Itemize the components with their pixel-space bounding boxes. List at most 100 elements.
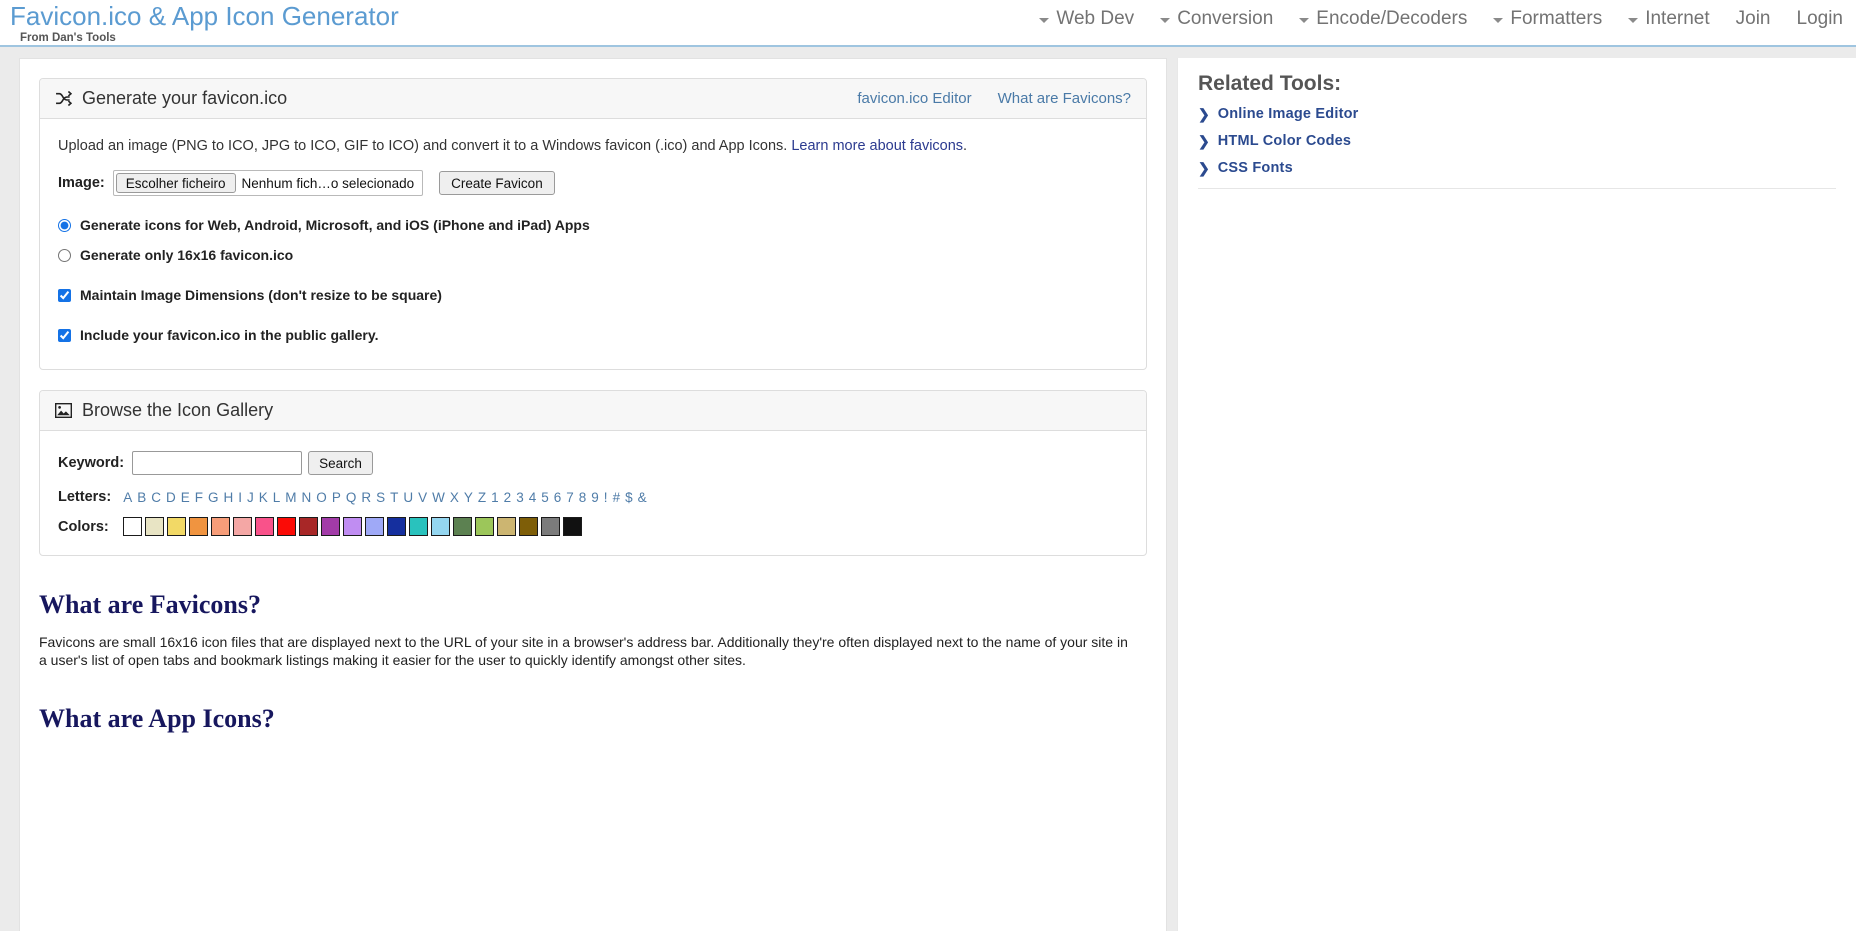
generator-panel-body: Upload an image (PNG to ICO, JPG to ICO,… [40,119,1146,369]
color-swatch-18[interactable] [518,517,538,536]
letter-link-6[interactable]: 6 [554,490,562,505]
color-swatch-11[interactable] [364,517,384,536]
colors-row: Colors: [58,517,1131,536]
letter-link-R[interactable]: R [361,490,371,505]
letter-link-9[interactable]: 9 [591,490,599,505]
letter-link-4[interactable]: 4 [529,490,537,505]
option-label: Include your favicon.ico in the public g… [80,327,379,343]
letter-link-Y[interactable]: Y [464,490,473,505]
color-swatch-15[interactable] [452,517,472,536]
chevron-down-icon [1493,17,1504,23]
learn-more-favicons-link[interactable]: Learn more about favicons [791,138,963,154]
generator-panel-links: favicon.ico Editor What are Favicons? [857,90,1131,107]
letter-link-H[interactable]: H [224,490,234,505]
option-checkbox-2[interactable] [58,288,71,302]
letter-link-W[interactable]: W [432,490,445,505]
keyword-input[interactable] [132,451,303,475]
color-swatch-9[interactable] [320,517,340,536]
generator-panel: Generate your favicon.ico favicon.ico Ed… [39,78,1147,370]
color-swatch-7[interactable] [276,517,296,536]
nav-item-join[interactable]: Join [1723,6,1784,32]
option-row-0[interactable]: Generate icons for Web, Android, Microso… [58,214,1131,236]
letter-link-7[interactable]: 7 [566,490,574,505]
letter-link-A[interactable]: A [123,490,132,505]
letter-link-P[interactable]: P [332,490,341,505]
letter-link-F[interactable]: F [195,490,203,505]
generator-link-0[interactable]: favicon.ico Editor [857,90,971,107]
option-row-1[interactable]: Generate only 16x16 favicon.ico [58,244,1131,266]
nav-item-internet[interactable]: Internet [1615,6,1722,32]
option-radio-1[interactable] [58,248,71,262]
site-title[interactable]: Favicon.ico & App Icon Generator [10,1,399,31]
selected-file-name: Nenhum fich…o selecionado [241,175,415,191]
color-swatch-17[interactable] [496,517,516,536]
nav-item-label: Formatters [1510,8,1603,29]
letter-link-T[interactable]: T [390,490,398,505]
letter-link-U[interactable]: U [403,490,413,505]
letter-link-V[interactable]: V [418,490,427,505]
color-swatch-19[interactable] [540,517,560,536]
nav-item-web-dev[interactable]: Web Dev [1026,6,1147,32]
create-favicon-button[interactable]: Create Favicon [439,171,555,195]
choose-file-button[interactable]: Escolher ficheiro [115,173,236,193]
generator-link-1[interactable]: What are Favicons? [998,90,1131,107]
color-swatch-0[interactable] [122,517,142,536]
color-swatch-4[interactable] [210,517,230,536]
option-radio-0[interactable] [58,218,71,232]
letter-link-1[interactable]: 1 [491,490,499,505]
color-swatch-20[interactable] [562,517,582,536]
letter-link-I[interactable]: I [238,490,242,505]
nav-item-login[interactable]: Login [1784,6,1856,32]
brand-block[interactable]: Favicon.ico & App Icon Generator From Da… [10,1,399,44]
color-swatch-5[interactable] [232,517,252,536]
related-tool-item-0[interactable]: ❯ Online Image Editor [1198,106,1836,122]
letter-link-5[interactable]: 5 [541,490,549,505]
letter-link-N[interactable]: N [302,490,312,505]
option-row-3[interactable]: Include your favicon.ico in the public g… [58,324,1131,346]
letter-link-O[interactable]: O [316,490,327,505]
letter-link-Q[interactable]: Q [346,490,357,505]
nav-item-conversion[interactable]: Conversion [1147,6,1286,32]
color-swatch-8[interactable] [298,517,318,536]
letter-link-Z[interactable]: Z [478,490,486,505]
letter-link-S[interactable]: S [376,490,385,505]
letter-link-E[interactable]: E [181,490,190,505]
main-content-column: Generate your favicon.ico favicon.ico Ed… [19,58,1167,931]
related-tool-item-1[interactable]: ❯ HTML Color Codes [1198,133,1836,149]
color-swatch-14[interactable] [430,517,450,536]
letter-link-G[interactable]: G [208,490,219,505]
color-swatch-2[interactable] [166,517,186,536]
articles-section: What are Favicons? Favicons are small 16x… [39,590,1147,734]
color-swatch-12[interactable] [386,517,406,536]
letter-link-C[interactable]: C [151,490,161,505]
letter-link-&[interactable]: & [638,490,647,505]
letter-link-K[interactable]: K [259,490,268,505]
nav-item-encode-decoders[interactable]: Encode/Decoders [1286,6,1480,32]
color-swatch-6[interactable] [254,517,274,536]
color-swatch-3[interactable] [188,517,208,536]
color-swatch-10[interactable] [342,517,362,536]
option-row-2[interactable]: Maintain Image Dimensions (don't resize … [58,284,1131,306]
letter-link-J[interactable]: J [247,490,254,505]
gallery-search-button[interactable]: Search [308,451,373,475]
color-swatch-1[interactable] [144,517,164,536]
color-swatch-13[interactable] [408,517,428,536]
letter-link-8[interactable]: 8 [579,490,587,505]
file-input-control[interactable]: Escolher ficheiro Nenhum fich…o selecion… [112,170,424,196]
letter-link-X[interactable]: X [450,490,459,505]
letter-link-#[interactable]: # [613,490,621,505]
letter-link-L[interactable]: L [273,490,281,505]
letter-link-$[interactable]: $ [625,490,633,505]
letter-link-D[interactable]: D [166,490,176,505]
related-tool-item-2[interactable]: ❯ CSS Fonts [1198,160,1836,176]
letter-link-![interactable]: ! [604,490,608,505]
gallery-panel-header: Browse the Icon Gallery [40,391,1146,431]
letter-link-2[interactable]: 2 [504,490,512,505]
letter-link-3[interactable]: 3 [516,490,524,505]
letter-link-M[interactable]: M [285,490,296,505]
color-swatch-16[interactable] [474,517,494,536]
letter-link-B[interactable]: B [137,490,146,505]
gallery-panel-title: Browse the Icon Gallery [82,400,274,420]
nav-item-formatters[interactable]: Formatters [1480,6,1615,32]
option-checkbox-3[interactable] [58,328,71,342]
